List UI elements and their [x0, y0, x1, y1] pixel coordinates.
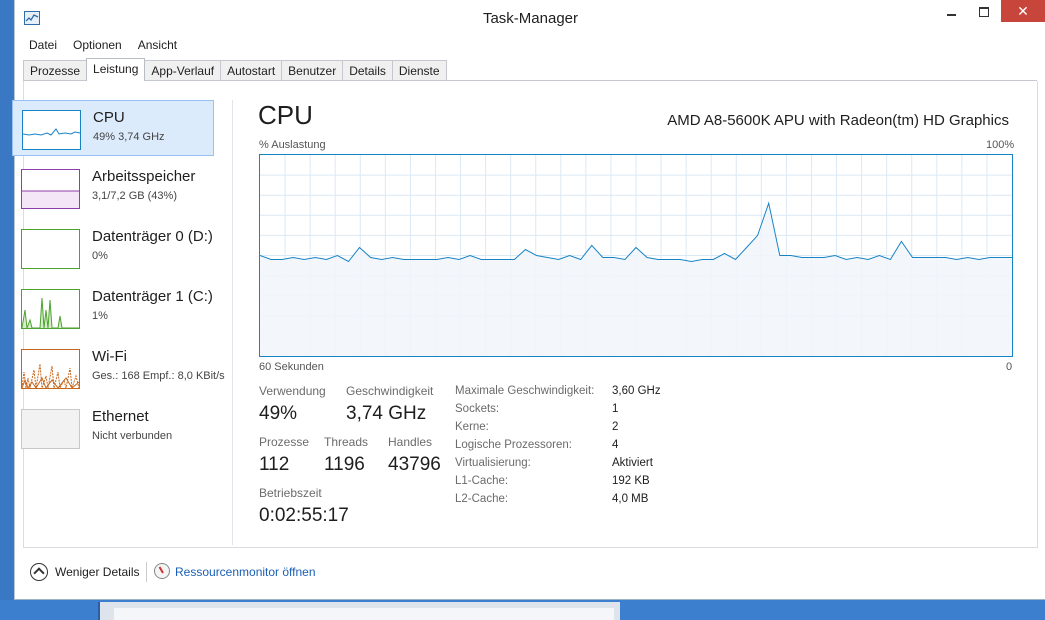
graph-y-axis-label: % Auslastung [259, 139, 326, 151]
sidebar-item-value: 0% [92, 250, 108, 262]
detail-value-sockets: 1 [612, 403, 619, 415]
tab-bar: Prozesse Leistung App-Verlauf Autostart … [23, 58, 447, 81]
footer-bar: Weniger Details Ressourcenmonitor öffnen [14, 552, 1045, 592]
window-title: Task-Manager [482, 10, 579, 27]
cpu-usage-graph [259, 154, 1013, 357]
threads-value: 1196 [324, 454, 365, 475]
detail-value-l2-cache: 4,0 MB [612, 493, 649, 505]
sidebar-item-wifi[interactable]: Wi-Fi Ges.: 168 Empf.: 8,0 KBit/s [12, 340, 225, 396]
footer-separator [146, 562, 147, 582]
background-window-content [114, 608, 614, 620]
disk-c-thumbnail-graph [21, 289, 80, 329]
detail-value-virtualization: Aktiviert [612, 457, 653, 469]
detail-label-l1-cache: L1-Cache: [455, 475, 509, 487]
usage-label: Verwendung [259, 384, 326, 398]
tab-leistung[interactable]: Leistung [86, 58, 146, 81]
sidebar-item-label: CPU [93, 109, 125, 126]
less-details-link[interactable]: Weniger Details [55, 565, 139, 579]
sidebar-item-memory[interactable]: Arbeitsspeicher 3,1/7,2 GB (43%) [12, 160, 214, 216]
desktop-taskbar-area [0, 600, 1045, 620]
tab-dienste[interactable]: Dienste [391, 60, 447, 81]
ethernet-thumbnail-graph [21, 409, 80, 449]
wifi-thumbnail-graph [21, 349, 80, 389]
tab-app-verlauf[interactable]: App-Verlauf [144, 60, 222, 81]
gauge-needle-icon [158, 566, 164, 574]
sidebar-item-value: 49% 3,74 GHz [93, 131, 165, 143]
chevron-up-icon [33, 567, 45, 579]
usage-value: 49% [259, 403, 298, 424]
resource-monitor-icon[interactable] [154, 563, 170, 579]
detail-label-logical-processors: Logische Prozessoren: [455, 439, 572, 451]
detail-label-cores: Kerne: [455, 421, 489, 433]
handles-value: 43796 [388, 454, 441, 475]
sidebar-item-label: Datenträger 1 (C:) [92, 288, 213, 305]
resource-sidebar: CPU 49% 3,74 GHz Arbeitsspeicher 3,1/7,2… [10, 90, 232, 545]
detail-label-l2-cache: L2-Cache: [455, 493, 509, 505]
sidebar-item-value: 1% [92, 310, 108, 322]
collapse-details-button[interactable] [30, 563, 48, 581]
close-button[interactable]: ✕ [1001, 0, 1045, 22]
close-icon: ✕ [1017, 3, 1029, 19]
sidebar-item-label: Arbeitsspeicher [92, 168, 196, 185]
minimize-button[interactable] [937, 0, 965, 22]
handles-label: Handles [388, 435, 433, 449]
sidebar-item-value: Ges.: 168 Empf.: 8,0 KBit/s [92, 370, 225, 382]
detail-value-max-speed: 3,60 GHz [612, 385, 661, 397]
tab-details[interactable]: Details [342, 60, 393, 81]
detail-label-virtualization: Virtualisierung: [455, 457, 531, 469]
menu-bar: Datei Optionen Ansicht [21, 36, 185, 54]
sidebar-divider [232, 100, 233, 545]
sidebar-item-ethernet[interactable]: Ethernet Nicht verbunden [12, 400, 214, 456]
detail-label-sockets: Sockets: [455, 403, 500, 415]
sidebar-item-label: Ethernet [92, 408, 149, 425]
menu-datei[interactable]: Datei [21, 36, 65, 54]
tab-prozesse[interactable]: Prozesse [23, 60, 88, 81]
disk-d-thumbnail-graph [21, 229, 80, 269]
detail-label-max-speed: Maximale Geschwindigkeit: [455, 385, 595, 397]
detail-value-cores: 2 [612, 421, 619, 433]
graph-x-left-label: 60 Sekunden [259, 361, 324, 373]
cpu-usage-chart [260, 155, 1012, 356]
sidebar-item-label: Datenträger 0 (D:) [92, 228, 213, 245]
open-resource-monitor-link[interactable]: Ressourcenmonitor öffnen [175, 565, 316, 579]
memory-thumbnail-graph [21, 169, 80, 209]
detail-value-l1-cache: 192 KB [612, 475, 650, 487]
minimize-icon [946, 14, 956, 17]
sidebar-item-value: 3,1/7,2 GB (43%) [92, 190, 177, 202]
processes-value: 112 [259, 454, 290, 475]
detail-value-logical-processors: 4 [612, 439, 619, 451]
sidebar-item-label: Wi-Fi [92, 348, 127, 365]
graph-y-max-label: 100% [986, 139, 1015, 151]
sidebar-item-disk-c[interactable]: Datenträger 1 (C:) 1% [12, 280, 214, 336]
processes-label: Prozesse [259, 435, 310, 449]
sidebar-item-disk-d[interactable]: Datenträger 0 (D:) 0% [12, 220, 214, 276]
speed-value: 3,74 GHz [346, 403, 427, 424]
tab-benutzer[interactable]: Benutzer [281, 60, 344, 81]
speed-label: Geschwindigkeit [346, 384, 434, 398]
cpu-thumbnail-graph [22, 110, 81, 150]
menu-optionen[interactable]: Optionen [65, 36, 130, 54]
sidebar-item-cpu[interactable]: CPU 49% 3,74 GHz [12, 100, 214, 156]
threads-label: Threads [324, 435, 369, 449]
resource-title: CPU [258, 100, 313, 130]
title-bar[interactable]: Task-Manager ✕ [15, 0, 1045, 36]
cpu-model-name: AMD A8-5600K APU with Radeon(tm) HD Grap… [667, 112, 1009, 129]
uptime-label: Betriebszeit [259, 486, 322, 500]
menu-ansicht[interactable]: Ansicht [130, 36, 185, 54]
uptime-value: 0:02:55:17 [259, 505, 349, 526]
maximize-icon [979, 7, 989, 18]
maximize-button[interactable] [970, 0, 998, 22]
sidebar-item-value: Nicht verbunden [92, 430, 173, 442]
graph-x-right-label: 0 [1006, 361, 1013, 373]
tab-autostart[interactable]: Autostart [220, 60, 283, 81]
